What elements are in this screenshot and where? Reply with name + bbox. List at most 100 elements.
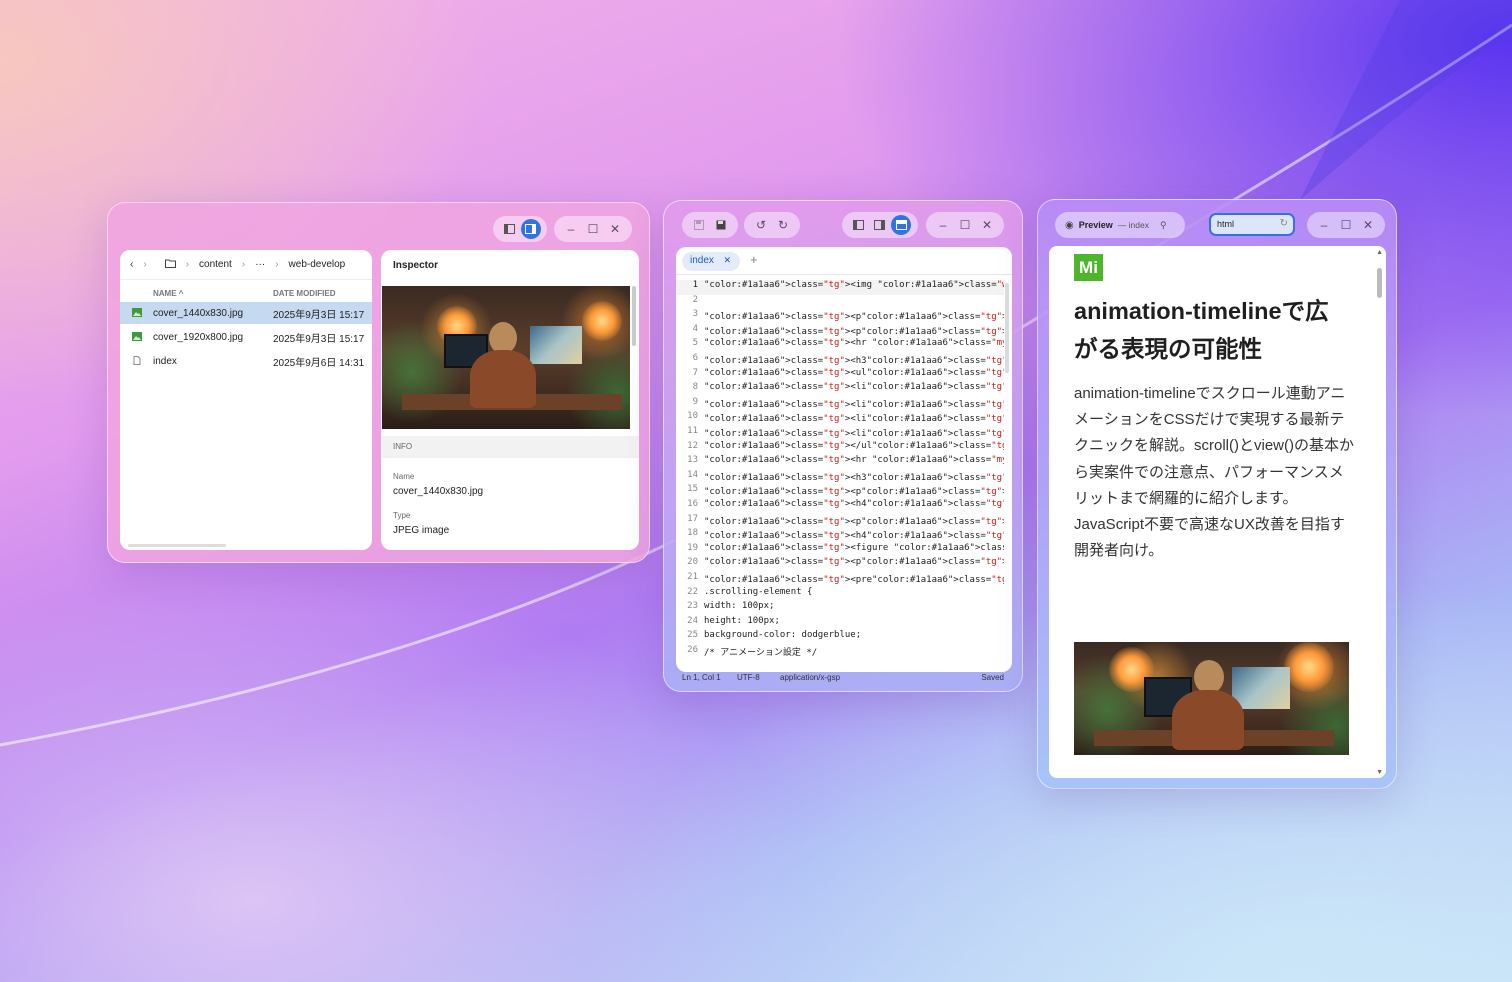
close-icon[interactable]: ✕	[1358, 215, 1378, 235]
cursor-position[interactable]: Ln 1, Col 1	[682, 673, 721, 682]
horizontal-scrollbar[interactable]	[128, 544, 226, 547]
maximize-icon[interactable]: ☐	[955, 215, 975, 235]
scroll-down-icon[interactable]: ▼	[1376, 769, 1383, 776]
sidebar-left-icon[interactable]	[500, 219, 520, 239]
mode-select[interactable]: html ↻	[1209, 213, 1295, 236]
window-controls: – ☐ ✕	[554, 216, 632, 242]
code-line[interactable]: 24 height: 100px;	[676, 616, 1004, 631]
code-line[interactable]: 4 "color:#1a1aa6">class="tg"><p"color:#1a…	[676, 324, 1004, 339]
inspector-panel: Inspector INFO Name cover_1440x830.jpg T…	[381, 250, 639, 550]
maximize-icon[interactable]: ☐	[583, 219, 603, 239]
mime-type[interactable]: application/x-gsp	[780, 673, 840, 682]
sidebar-right-icon[interactable]	[520, 219, 541, 239]
code-line[interactable]: 20 "color:#1a1aa6">class="tg"><p"color:#1…	[676, 557, 1004, 572]
new-tab-icon[interactable]: +	[750, 252, 758, 267]
code-line[interactable]: 25 background-color: dodgerblue;	[676, 630, 1004, 645]
layout-toggle-group	[842, 212, 918, 238]
scroll-up-icon[interactable]: ▲	[1376, 249, 1383, 256]
code-line[interactable]: 3 "color:#1a1aa6">class="tg"><p"color:#1a…	[676, 309, 1004, 324]
file-list-header: NAME ^ DATE MODIFIED	[120, 284, 372, 302]
code-line[interactable]: 16 "color:#1a1aa6">class="tg"><h4"color:#…	[676, 499, 1004, 514]
line-number: 3	[692, 309, 698, 320]
code-text: "color:#1a1aa6">class="tg"><li"color:#1a…	[704, 414, 1004, 425]
minimize-icon[interactable]: –	[933, 215, 953, 235]
chevron-left-icon[interactable]: ‹	[130, 259, 133, 270]
code-line[interactable]: 13 "color:#1a1aa6">class="tg"><hr "color:…	[676, 455, 1004, 470]
maximize-icon[interactable]: ☐	[1336, 215, 1356, 235]
breadcrumb-item[interactable]: ···	[255, 259, 265, 270]
tab-bar: index ✕ +	[676, 247, 1012, 275]
name-column-header[interactable]: NAME ^	[153, 289, 183, 298]
line-number: 25	[687, 630, 698, 641]
minimize-icon[interactable]: –	[561, 219, 581, 239]
line-number: 6	[692, 353, 698, 363]
code-line[interactable]: 5 "color:#1a1aa6">class="tg"><hr "color:#…	[676, 338, 1004, 353]
code-line[interactable]: 6 "color:#1a1aa6">class="tg"><h3"color:#1…	[676, 353, 1004, 368]
file-row[interactable]: cover_1920x800.jpg 2025年9月3日 15:17	[120, 326, 372, 348]
close-icon[interactable]: ✕	[977, 215, 997, 235]
sidebar-left-icon[interactable]	[849, 215, 869, 235]
window-controls: – ☐ ✕	[926, 212, 1004, 238]
save-icon[interactable]	[711, 215, 731, 235]
code-line[interactable]: 22 .scrolling-element {	[676, 587, 1004, 602]
code-text: "color:#1a1aa6">class="tg"><h3"color:#1a…	[704, 472, 1004, 483]
encoding[interactable]: UTF-8	[737, 673, 760, 682]
line-number: 4	[692, 323, 698, 334]
undo-icon[interactable]: ↺	[751, 215, 771, 235]
layout-toggle-group	[493, 216, 547, 242]
code-line[interactable]: 10 "color:#1a1aa6">class="tg"><li"color:#…	[676, 411, 1004, 426]
close-icon[interactable]: ✕	[723, 255, 731, 266]
code-line[interactable]: 23 width: 100px;	[676, 601, 1004, 616]
article-image	[1074, 642, 1349, 755]
sidebar-right-icon[interactable]	[870, 215, 890, 235]
code-text: "color:#1a1aa6">class="tg"><p"color:#1a1…	[704, 516, 1004, 527]
chevron-right-icon[interactable]: ›	[143, 259, 146, 270]
refresh-icon[interactable]: ↻	[1280, 218, 1288, 229]
line-number: 11	[687, 426, 698, 436]
breadcrumb-item[interactable]: web-develop	[289, 259, 346, 270]
code-text: "color:#1a1aa6">class="tg"><h4"color:#1a…	[704, 499, 1004, 509]
code-line[interactable]: 26 /* アニメーション設定 */	[676, 645, 1004, 660]
file-row[interactable]: cover_1440x830.jpg 2025年9月3日 15:17	[120, 302, 372, 324]
tab-index[interactable]: index ✕	[682, 252, 740, 271]
code-line[interactable]: 1 "color:#1a1aa6">class="tg"><img "color:…	[676, 280, 1004, 295]
code-line[interactable]: 9 "color:#1a1aa6">class="tg"><li"color:#1…	[676, 397, 1004, 412]
info-section-header: INFO	[381, 436, 639, 458]
code-text: "color:#1a1aa6">class="tg"><ul"color:#1a…	[704, 367, 1004, 378]
line-number: 8	[692, 382, 698, 393]
line-number: 9	[692, 396, 698, 407]
code-area[interactable]: 1 "color:#1a1aa6">class="tg"><img "color:…	[676, 279, 1004, 672]
date-column-header[interactable]: DATE MODIFIED	[273, 289, 336, 298]
code-line[interactable]: 12 "color:#1a1aa6">class="tg"></ul"color:…	[676, 441, 1004, 456]
code-line[interactable]: 17 "color:#1a1aa6">class="tg"><p"color:#1…	[676, 514, 1004, 529]
line-number: 17	[687, 513, 698, 524]
vertical-scrollbar[interactable]	[632, 286, 636, 346]
close-icon[interactable]: ✕	[605, 219, 625, 239]
code-line[interactable]: 21 "color:#1a1aa6">class="tg"><pre"color:…	[676, 572, 1004, 587]
code-line[interactable]: 8 "color:#1a1aa6">class="tg"><li"color:#1…	[676, 382, 1004, 397]
folder-icon[interactable]	[164, 259, 176, 271]
line-number: 18	[687, 528, 698, 539]
breadcrumb-item[interactable]: content	[199, 259, 232, 270]
save-disabled-icon[interactable]	[689, 215, 709, 235]
panel-bottom-icon[interactable]	[891, 215, 912, 235]
pin-icon[interactable]: ⚲	[1160, 220, 1167, 231]
image-file-icon	[132, 332, 142, 341]
code-text: "color:#1a1aa6">class="tg"><pre"color:#1…	[704, 575, 1004, 585]
code-line[interactable]: 14 "color:#1a1aa6">class="tg"><h3"color:#…	[676, 470, 1004, 485]
vertical-scrollbar[interactable]	[1377, 268, 1382, 298]
line-number: 1	[692, 280, 698, 290]
code-line[interactable]: 2	[676, 295, 1004, 310]
file-browser-window: – ☐ ✕ ‹ › › content › ··· › web-develop …	[107, 202, 650, 563]
history-actions: ↺ ↻	[744, 212, 800, 238]
minimize-icon[interactable]: –	[1314, 215, 1334, 235]
redo-icon[interactable]: ↻	[773, 215, 793, 235]
code-line[interactable]: 18 "color:#1a1aa6">class="tg"><h4"color:#…	[676, 528, 1004, 543]
editor-window: ↺ ↻ – ☐ ✕ index ✕ + 1 "color:#1a1aa6">cla…	[663, 200, 1023, 692]
vertical-scrollbar[interactable]	[1005, 283, 1009, 373]
code-line[interactable]: 7 "color:#1a1aa6">class="tg"><ul"color:#1…	[676, 368, 1004, 383]
file-row[interactable]: index 2025年9月6日 14:31	[120, 350, 372, 372]
code-line[interactable]: 15 "color:#1a1aa6">class="tg"><p"color:#1…	[676, 484, 1004, 499]
code-line[interactable]: 11 "color:#1a1aa6">class="tg"><li"color:#…	[676, 426, 1004, 441]
code-line[interactable]: 19 "color:#1a1aa6">class="tg"><figure "co…	[676, 543, 1004, 558]
